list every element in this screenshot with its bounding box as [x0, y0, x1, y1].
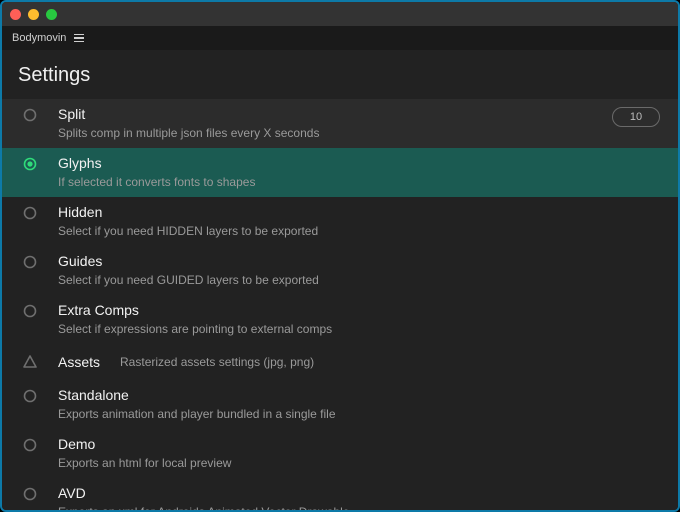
radio-glyphs[interactable] [16, 154, 44, 171]
radio-avd[interactable] [16, 484, 44, 501]
radio-off-icon [23, 255, 37, 269]
page-title: Settings [2, 50, 678, 99]
radio-off-icon [23, 108, 37, 122]
row-desc: Select if you need GUIDED layers to be e… [58, 272, 664, 288]
row-texts: Split Splits comp in multiple json files… [58, 105, 598, 141]
row-guides[interactable]: Guides Select if you need GUIDED layers … [2, 246, 678, 295]
row-texts: Demo Exports an html for local preview [58, 435, 664, 471]
row-texts: Extra Comps Select if expressions are po… [58, 301, 664, 337]
row-texts: Glyphs If selected it converts fonts to … [58, 154, 664, 190]
row-title: Hidden [58, 203, 664, 221]
row-desc: Exports an html for local preview [58, 455, 664, 471]
row-standalone[interactable]: Standalone Exports animation and player … [2, 380, 678, 429]
window: Bodymovin Settings Split Splits comp in … [0, 0, 680, 512]
row-glyphs[interactable]: Glyphs If selected it converts fonts to … [2, 148, 678, 197]
radio-off-icon [23, 389, 37, 403]
row-texts: Guides Select if you need GUIDED layers … [58, 252, 664, 288]
radio-off-icon [23, 438, 37, 452]
row-title: Split [58, 105, 598, 123]
row-desc: Exports an xml for Androids Animated Vec… [58, 504, 664, 510]
section-title: Assets [58, 354, 100, 370]
row-desc: Splits comp in multiple json files every… [58, 125, 598, 141]
split-seconds-input[interactable] [612, 107, 660, 127]
app-name: Bodymovin [12, 32, 66, 44]
radio-guides[interactable] [16, 252, 44, 269]
row-desc: If selected it converts fonts to shapes [58, 174, 664, 190]
radio-standalone[interactable] [16, 386, 44, 403]
close-window-button[interactable] [10, 9, 21, 20]
row-texts: Hidden Select if you need HIDDEN layers … [58, 203, 664, 239]
row-title: Glyphs [58, 154, 664, 172]
radio-on-icon [23, 157, 37, 171]
macos-titlebar [2, 2, 678, 26]
row-demo[interactable]: Demo Exports an html for local preview [2, 429, 678, 478]
row-texts: Standalone Exports animation and player … [58, 386, 664, 422]
triangle-icon [23, 355, 37, 369]
zoom-window-button[interactable] [46, 9, 57, 20]
row-title: Standalone [58, 386, 664, 404]
row-split[interactable]: Split Splits comp in multiple json files… [2, 99, 678, 148]
row-desc: Select if you need HIDDEN layers to be e… [58, 223, 664, 239]
radio-split[interactable] [16, 105, 44, 122]
settings-list: Split Splits comp in multiple json files… [2, 99, 678, 510]
radio-hidden[interactable] [16, 203, 44, 220]
radio-demo[interactable] [16, 435, 44, 452]
row-desc: Select if expressions are pointing to ex… [58, 321, 664, 337]
row-avd[interactable]: AVD Exports an xml for Androids Animated… [2, 478, 678, 510]
radio-off-icon [23, 206, 37, 220]
row-desc: Exports animation and player bundled in … [58, 406, 664, 422]
row-texts: AVD Exports an xml for Androids Animated… [58, 484, 664, 510]
content-scroll[interactable]: Settings Split Splits comp in multiple j… [2, 50, 678, 510]
radio-off-icon [23, 304, 37, 318]
radio-extra-comps[interactable] [16, 301, 44, 318]
menu-icon[interactable] [74, 34, 84, 43]
row-extra-comps[interactable]: Extra Comps Select if expressions are po… [2, 295, 678, 344]
row-hidden[interactable]: Hidden Select if you need HIDDEN layers … [2, 197, 678, 246]
expand-assets[interactable] [16, 355, 44, 369]
row-title: Guides [58, 252, 664, 270]
app-bar: Bodymovin [2, 26, 678, 50]
minimize-window-button[interactable] [28, 9, 39, 20]
row-title: Demo [58, 435, 664, 453]
section-assets[interactable]: Assets Rasterized assets settings (jpg, … [2, 344, 678, 380]
radio-off-icon [23, 487, 37, 501]
row-title: AVD [58, 484, 664, 502]
section-desc: Rasterized assets settings (jpg, png) [120, 355, 314, 369]
row-title: Extra Comps [58, 301, 664, 319]
